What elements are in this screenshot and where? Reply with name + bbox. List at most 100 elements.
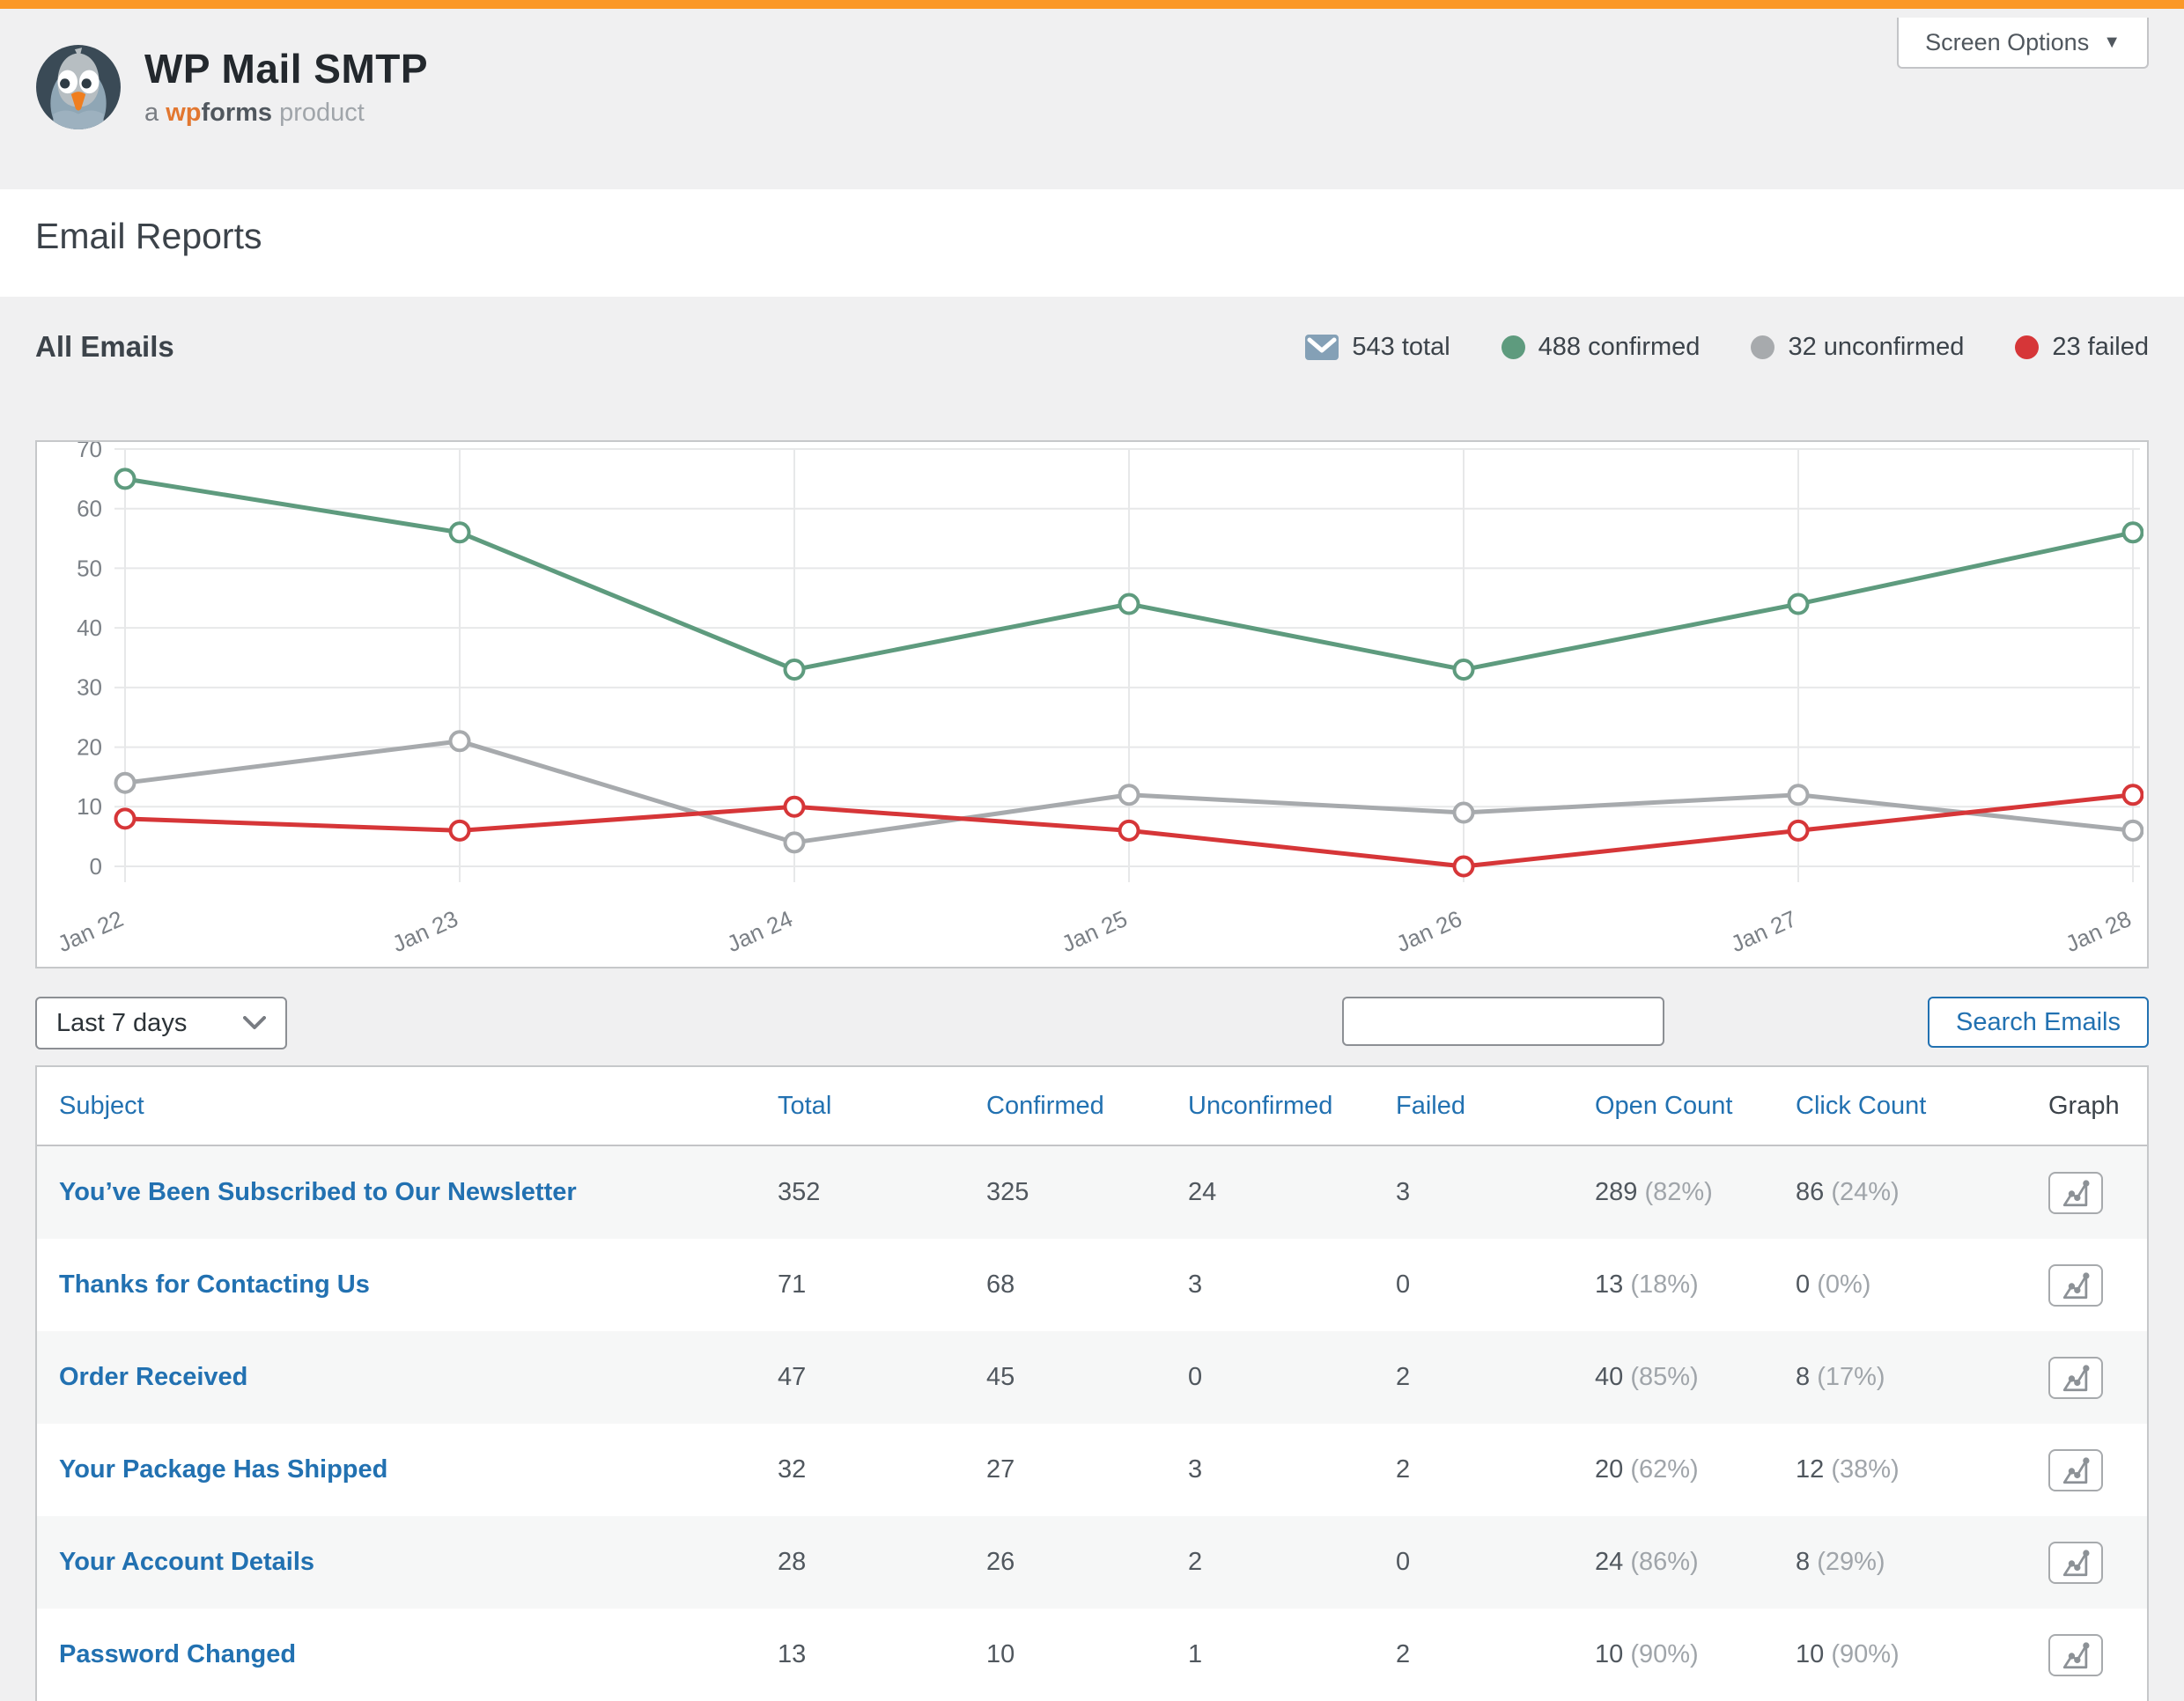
column-header-unconfirmed[interactable]: Unconfirmed <box>1188 1092 1396 1121</box>
click-count-cell: 86 (24%) <box>1796 1178 2048 1207</box>
legend-item: 23 failed <box>2015 333 2149 362</box>
click-count-cell: 12 (38%) <box>1796 1455 2048 1484</box>
legend-label: 32 unconfirmed <box>1788 333 1964 362</box>
view-graph-button[interactable] <box>2048 1542 2103 1584</box>
count-value: 0 <box>1796 1270 1817 1299</box>
failed-cell: 3 <box>1396 1178 1595 1207</box>
data-point-unconfirmed <box>1455 804 1473 822</box>
x-axis-tick-label: Jan 23 <box>388 905 462 957</box>
count-value: 12 <box>1796 1455 1831 1484</box>
x-axis-tick-label: Jan 26 <box>1392 905 1466 957</box>
data-point-failed <box>116 809 135 828</box>
wp-mail-smtp-email-reports-page: { "colors": { "topbar": "#fb9827", "link… <box>0 0 2184 1692</box>
legend-item: 488 confirmed <box>1502 333 1701 362</box>
y-axis-tick-label: 10 <box>77 793 102 820</box>
tagline: a wpforms product <box>144 99 428 128</box>
data-point-failed <box>2124 785 2143 804</box>
mini-line-chart-icon <box>2059 1174 2092 1211</box>
open-count-cell: 289 (82%) <box>1595 1178 1796 1207</box>
screen-options-button[interactable]: Screen Options ▼ <box>1897 18 2149 69</box>
mini-line-chart-icon <box>2059 1637 2092 1674</box>
column-header-subject[interactable]: Subject <box>37 1092 778 1121</box>
email-subject-link[interactable]: Thanks for Contacting Us <box>59 1270 370 1299</box>
subject-cell: Order Received <box>37 1363 778 1392</box>
email-subject-link[interactable]: Your Account Details <box>59 1548 314 1576</box>
graph-cell <box>2048 1634 2147 1676</box>
data-point-failed <box>786 798 804 816</box>
table-body: You’ve Been Subscribed to Our Newsletter… <box>37 1146 2147 1701</box>
legend-label: 543 total <box>1352 333 1450 362</box>
view-graph-button[interactable] <box>2048 1264 2103 1307</box>
view-graph-button[interactable] <box>2048 1449 2103 1491</box>
column-header-click-count[interactable]: Click Count <box>1796 1092 2048 1121</box>
chart-grid <box>114 449 2140 882</box>
y-axis-tick-label: 20 <box>77 733 102 760</box>
column-header-total[interactable]: Total <box>778 1092 986 1121</box>
open-count-cell: 40 (85%) <box>1595 1363 1796 1392</box>
report-controls: Last 7 days Search Emails <box>35 997 2149 1049</box>
count-percent: (24%) <box>1831 1178 1899 1206</box>
total-cell: 47 <box>778 1363 986 1392</box>
table-header-row: SubjectTotalConfirmedUnconfirmedFailedOp… <box>37 1067 2147 1146</box>
chart-legend: 543 total 488 confirmed 32 unconfirmed 23 f… <box>1305 333 2149 362</box>
count-percent: (82%) <box>1644 1178 1712 1206</box>
column-header-confirmed[interactable]: Confirmed <box>986 1092 1188 1121</box>
graph-cell <box>2048 1357 2147 1399</box>
count-percent: (86%) <box>1630 1548 1698 1576</box>
logo-text: WP Mail SMTP a wpforms product <box>144 47 428 128</box>
data-point-failed <box>1789 821 1808 840</box>
emails-line-chart: 010203040506070Jan 22Jan 23Jan 24Jan 25J… <box>37 442 2143 963</box>
section-head: All Emails 543 total488 confirmed32 unco… <box>35 330 2149 364</box>
graph-cell <box>2048 1449 2147 1491</box>
count-value: 24 <box>1595 1548 1630 1576</box>
page-title: Email Reports <box>35 216 262 257</box>
y-axis-tick-label: 60 <box>77 496 102 522</box>
click-count-cell: 8 (29%) <box>1796 1548 2048 1577</box>
mini-line-chart-icon <box>2059 1359 2092 1396</box>
data-point-confirmed <box>1120 595 1139 614</box>
email-subject-link[interactable]: Order Received <box>59 1363 247 1391</box>
confirmed-cell: 325 <box>986 1178 1188 1207</box>
plugin-header: WP Mail SMTP a wpforms product Screen Op… <box>0 9 2184 189</box>
unconfirmed-cell: 0 <box>1188 1363 1396 1392</box>
column-header-open-count[interactable]: Open Count <box>1595 1092 1796 1121</box>
search-emails-button[interactable]: Search Emails <box>1928 997 2149 1048</box>
unconfirmed-cell: 3 <box>1188 1455 1396 1484</box>
email-subject-link[interactable]: Your Package Has Shipped <box>59 1455 387 1484</box>
open-count-cell: 10 (90%) <box>1595 1640 1796 1669</box>
app-title: WP Mail SMTP <box>144 47 428 92</box>
column-header-graph: Graph <box>2048 1092 2147 1121</box>
date-range-value: Last 7 days <box>56 1009 187 1038</box>
email-subject-link[interactable]: Password Changed <box>59 1640 296 1668</box>
y-axis-tick-label: 0 <box>90 853 102 880</box>
screen-options-label: Screen Options <box>1925 29 2089 56</box>
open-count-cell: 24 (86%) <box>1595 1548 1796 1577</box>
x-axis-tick-label: Jan 27 <box>1727 905 1801 957</box>
total-cell: 32 <box>778 1455 986 1484</box>
date-range-select[interactable]: Last 7 days <box>35 997 287 1049</box>
confirmed-cell: 26 <box>986 1548 1188 1577</box>
subject-cell: Thanks for Contacting Us <box>37 1270 778 1300</box>
email-subject-link[interactable]: You’ve Been Subscribed to Our Newsletter <box>59 1178 577 1206</box>
count-percent: (29%) <box>1817 1548 1885 1576</box>
legend-item: 543 total <box>1305 333 1450 362</box>
count-percent: (90%) <box>1831 1640 1899 1668</box>
dot-icon <box>2015 335 2039 359</box>
confirmed-cell: 68 <box>986 1270 1188 1300</box>
mini-line-chart-icon <box>2059 1452 2092 1489</box>
failed-cell: 0 <box>1396 1270 1595 1300</box>
total-cell: 71 <box>778 1270 986 1300</box>
unconfirmed-cell: 2 <box>1188 1548 1396 1577</box>
search-input[interactable] <box>1342 997 1664 1046</box>
total-cell: 28 <box>778 1548 986 1577</box>
view-graph-button[interactable] <box>2048 1357 2103 1399</box>
column-header-failed[interactable]: Failed <box>1396 1092 1595 1121</box>
view-graph-button[interactable] <box>2048 1634 2103 1676</box>
confirmed-cell: 45 <box>986 1363 1188 1392</box>
table-row: Password Changed13101210 (90%)10 (90%) <box>37 1609 2147 1701</box>
data-point-confirmed <box>1789 595 1808 614</box>
data-point-failed <box>451 821 469 840</box>
data-point-confirmed <box>786 660 804 679</box>
count-value: 8 <box>1796 1363 1817 1391</box>
view-graph-button[interactable] <box>2048 1172 2103 1214</box>
